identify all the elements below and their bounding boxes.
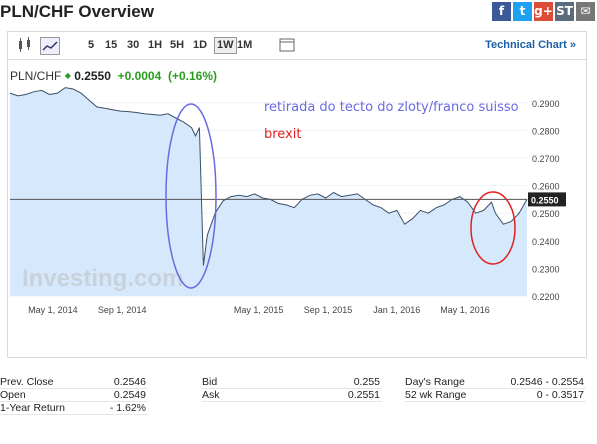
stat-row: 52 wk Range 0 - 0.3517 [405,387,586,402]
stat-value: 0.2551 [347,389,380,401]
x-tick-label: Sep 1, 2015 [304,305,353,315]
red-annotation-text: brexit [264,127,301,142]
x-tick-label: May 1, 2015 [234,305,284,315]
x-tick-label: Jan 1, 2016 [373,305,420,315]
y-tick-label: 0.2900 [532,99,560,109]
y-tick-label: 0.2500 [532,209,560,219]
y-tick-label: 0.2200 [532,292,560,302]
y-tick-label: 0.2300 [532,264,560,274]
stat-value: - 1.62% [109,402,146,414]
y-tick-label: 0.2800 [532,126,560,136]
price-chart[interactable]: 0.2900 0.2800 0.2700 0.2600 0.2500 0.2400 0.23… [0,0,597,360]
y-tick-label: 0.2400 [532,237,560,247]
investing-watermark: Investing.com [22,265,183,292]
y-tick-label: 0.2600 [532,182,560,192]
y-tick-label: 0.2700 [532,154,560,164]
x-tick-label: May 1, 2016 [440,305,490,315]
blue-annotation-text: retirada do tecto do zloty/franco suisso [264,100,519,115]
stat-row: Ask 0.2551 [202,387,382,402]
current-price-label: 0.2550 [531,195,559,205]
stat-row: 1-Year Return - 1.62% [0,400,148,415]
x-tick-label: May 1, 2014 [28,305,78,315]
x-tick-label: Sep 1, 2014 [98,305,147,315]
stat-label: 1-Year Return [0,402,65,414]
stat-value: 0 - 0.3517 [536,389,584,401]
stat-label: 52 wk Range [405,389,467,401]
stat-label: Ask [202,389,220,401]
